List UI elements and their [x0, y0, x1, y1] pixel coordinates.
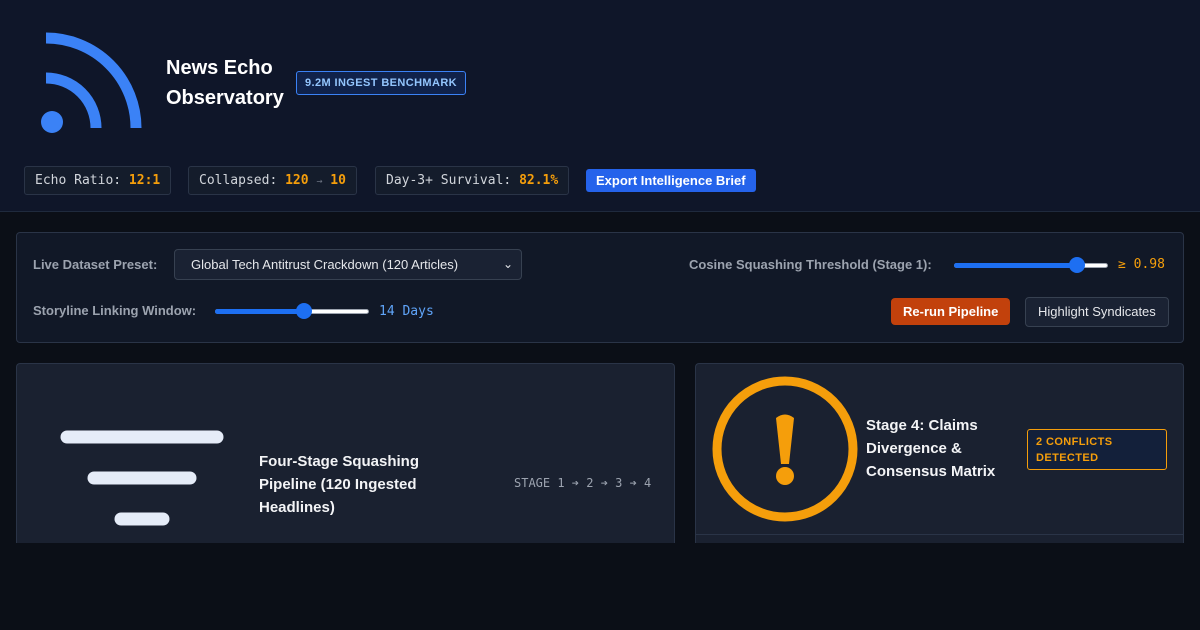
- slider-fill: [954, 263, 1077, 268]
- divergence-title: Stage 4: Claims Divergence & Consensus M…: [866, 417, 996, 480]
- warning-icon: [712, 376, 858, 522]
- app-title: News Echo Observatory: [166, 57, 284, 109]
- cosine-value: ≥ 0.98: [1118, 257, 1165, 272]
- survival-stat: Day-3+ Survival: 82.1%: [375, 166, 570, 195]
- echo-ratio-stat: Echo Ratio: 12:1: [24, 166, 172, 195]
- divergence-card: Stage 4: Claims Divergence & Consensus M…: [695, 363, 1184, 543]
- rss-icon: [41, 32, 142, 133]
- collapsed-stat: Collapsed: 120 → 10: [188, 166, 357, 195]
- slider-thumb[interactable]: [1069, 257, 1085, 273]
- right-arrow-icon: →: [316, 176, 323, 187]
- echo-ratio-label: Echo Ratio:: [35, 173, 122, 188]
- slider-fill: [215, 309, 304, 314]
- pipeline-card: Four-Stage Squashing Pipeline (120 Inges…: [16, 363, 675, 543]
- cosine-threshold-slider[interactable]: [954, 257, 1108, 273]
- window-value: 14 Days: [379, 304, 434, 319]
- divider: [696, 534, 1183, 535]
- chevron-down-icon: ⌄: [502, 257, 513, 271]
- preset-value: Global Tech Antitrust Crackdown (120 Art…: [191, 257, 459, 272]
- header: News Echo Observatory 9.2M INGEST BENCHM…: [0, 0, 1200, 212]
- pipeline-title: Four-Stage Squashing Pipeline (120 Inges…: [259, 453, 420, 516]
- highlight-syndicates-button[interactable]: Highlight Syndicates: [1025, 297, 1169, 327]
- linking-window-slider[interactable]: [215, 303, 369, 319]
- rerun-pipeline-button[interactable]: Re-run Pipeline: [891, 298, 1011, 325]
- conflicts-badge: 2 CONFLICTS DETECTED: [1027, 429, 1167, 470]
- controls-panel: Live Dataset Preset: Global Tech Antitru…: [16, 232, 1184, 343]
- survival-value: 82.1%: [519, 173, 559, 188]
- echo-ratio-value: 12:1: [128, 173, 161, 188]
- survival-label: Day-3+ Survival:: [386, 173, 512, 188]
- funnel-icon: [60, 430, 224, 526]
- stage-flow: STAGE 1 ➔ 2 ➔ 3 ➔ 4: [514, 476, 652, 490]
- collapsed-to: 10: [330, 173, 346, 188]
- window-label: Storyline Linking Window:: [33, 303, 197, 318]
- dataset-preset-select[interactable]: Global Tech Antitrust Crackdown (120 Art…: [174, 249, 522, 280]
- collapsed-from: 120: [285, 173, 309, 188]
- benchmark-badge: 9.2M INGEST BENCHMARK: [296, 71, 467, 95]
- cosine-label: Cosine Squashing Threshold (Stage 1):: [689, 257, 932, 272]
- export-brief-button[interactable]: Export Intelligence Brief: [586, 169, 756, 192]
- slider-thumb[interactable]: [296, 303, 312, 319]
- collapsed-label: Collapsed:: [199, 173, 278, 188]
- preset-label: Live Dataset Preset:: [33, 257, 158, 272]
